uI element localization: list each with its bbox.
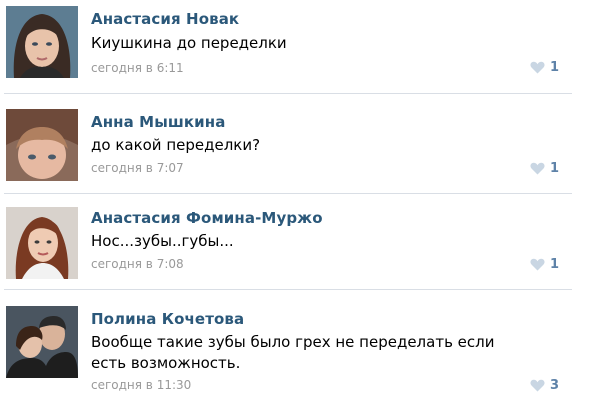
comment-text: Вообще такие зубы было грех не переделат… [91, 333, 495, 372]
comment-item: Анастасия Новак Киушкина до переделки се… [0, 0, 600, 93]
avatar[interactable] [6, 306, 78, 378]
heart-icon [530, 258, 545, 270]
comment-item: Анастасия Фомина-Муржо Нос...зубы..губы.… [0, 194, 600, 289]
comment-text: Киушкина до переделки [91, 34, 287, 52]
comment-text: Нос...зубы..губы... [91, 232, 234, 250]
heart-icon [530, 162, 545, 174]
like-button[interactable]: 1 [530, 160, 559, 176]
avatar[interactable] [6, 207, 78, 279]
like-button[interactable]: 1 [530, 59, 559, 75]
avatar-photo [6, 306, 78, 378]
heart-icon [530, 379, 545, 391]
heart-icon [530, 61, 545, 73]
like-count: 1 [550, 59, 560, 75]
like-count: 3 [550, 377, 560, 393]
comment-feed: Анастасия Новак Киушкина до переделки се… [0, 0, 600, 400]
comment-item: Полина Кочетова Вообще такие зубы было г… [0, 290, 600, 400]
comment-item: Анна Мышкина до какой переделки? сегодня… [0, 94, 600, 193]
avatar[interactable] [6, 109, 78, 181]
like-button[interactable]: 3 [530, 377, 559, 393]
comment-time[interactable]: сегодня в 6:11 [91, 61, 184, 75]
author-name[interactable]: Анна Мышкина [91, 113, 225, 131]
author-name[interactable]: Анастасия Фомина-Муржо [91, 209, 323, 227]
avatar-photo [6, 109, 78, 181]
avatar-photo [6, 6, 78, 78]
avatar[interactable] [6, 6, 78, 78]
like-button[interactable]: 1 [530, 256, 559, 272]
author-name[interactable]: Анастасия Новак [91, 10, 239, 28]
avatar-photo [6, 207, 78, 279]
comment-time[interactable]: сегодня в 11:30 [91, 378, 191, 392]
comment-time[interactable]: сегодня в 7:08 [91, 257, 184, 271]
like-count: 1 [550, 160, 560, 176]
author-name[interactable]: Полина Кочетова [91, 310, 244, 328]
comment-time[interactable]: сегодня в 7:07 [91, 161, 184, 175]
comment-text: до какой переделки? [91, 136, 261, 154]
like-count: 1 [550, 256, 560, 272]
